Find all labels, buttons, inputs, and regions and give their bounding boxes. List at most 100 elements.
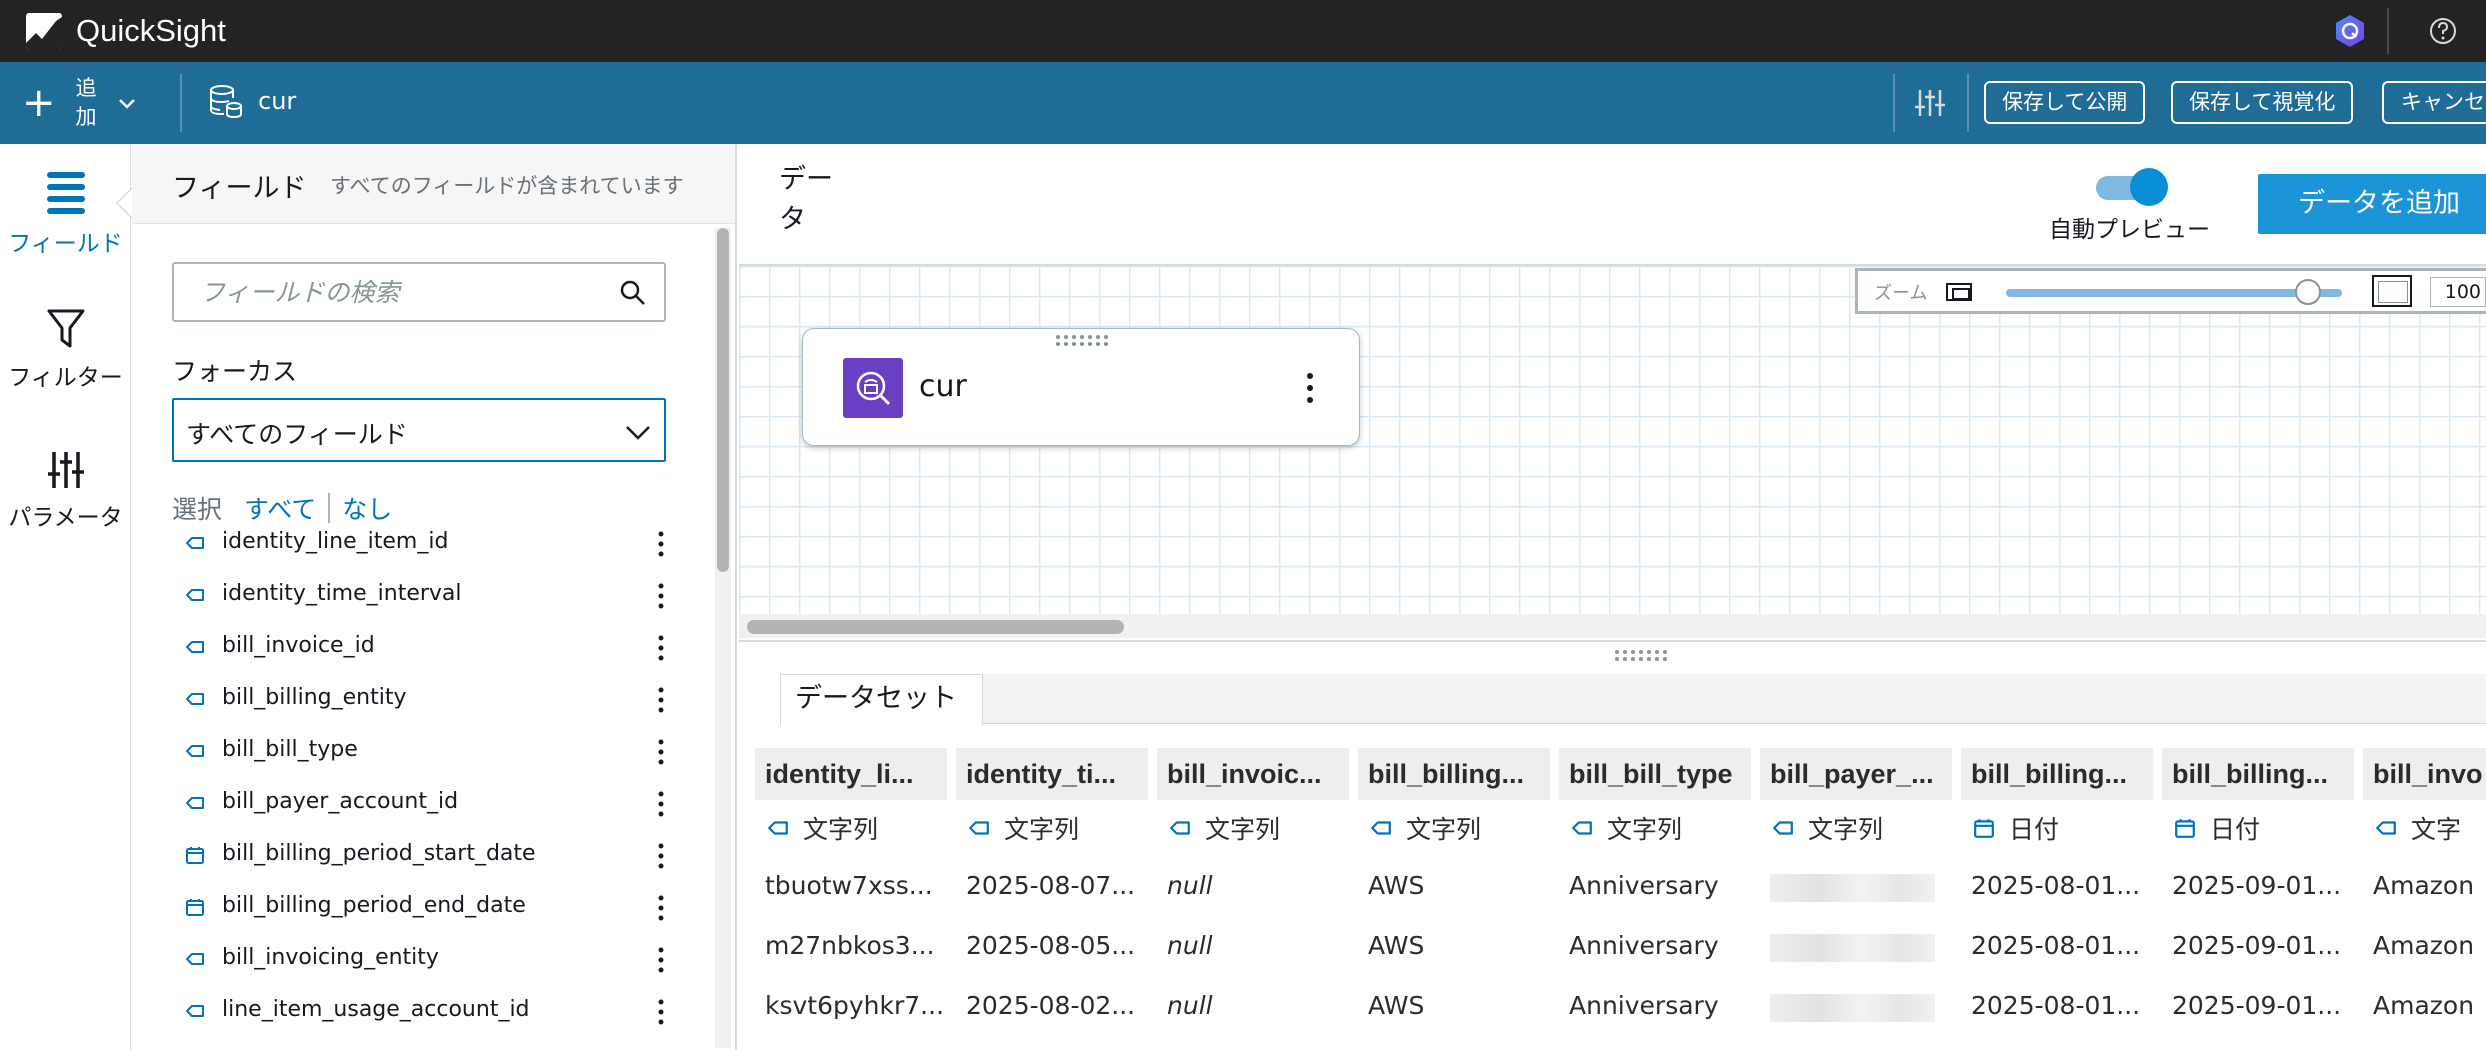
tab-dataset[interactable]: データセット	[780, 674, 983, 725]
column-type[interactable]: 文字	[2363, 800, 2486, 856]
help-icon[interactable]	[2424, 12, 2462, 50]
column-type[interactable]: 文字列	[1559, 800, 1751, 856]
table-cell: 2025-08-01...	[1971, 931, 2141, 960]
field-name: bill_payer_account_id	[222, 789, 459, 814]
fields-panel: フィールド すべてのフィールドが含まれています フォーカス すべてのフィールド …	[132, 144, 737, 1050]
add-menu-button[interactable]: + 追加	[22, 70, 138, 136]
dataset-name[interactable]: cur	[206, 82, 296, 120]
search-icon[interactable]	[618, 278, 648, 308]
column-type[interactable]: 文字列	[1760, 800, 1952, 856]
sliders-settings-icon[interactable]	[1913, 88, 1947, 118]
column-header[interactable]: identity_li...	[755, 748, 947, 800]
field-list-item[interactable]: line_item_usage_account_id	[132, 986, 692, 1038]
editor-toolbar: + 追加 cur 保存して公開 保存して視覚化 キャンセ	[0, 62, 2486, 144]
column-header[interactable]: bill_billing...	[2162, 748, 2354, 800]
string-type-icon	[2376, 821, 2396, 835]
column-header[interactable]: bill_billing...	[1358, 748, 1550, 800]
field-search-input[interactable]	[174, 264, 614, 320]
resize-handle-icon[interactable]	[1613, 648, 1675, 662]
zoom-out-icon[interactable]	[1946, 283, 1972, 301]
column-header[interactable]: bill_billing...	[1961, 748, 2153, 800]
column-type[interactable]: 日付	[2162, 800, 2354, 856]
column-header[interactable]: bill_bill_type	[1559, 748, 1751, 800]
zoom-slider-track[interactable]	[2006, 289, 2342, 297]
column-type[interactable]: 文字列	[1157, 800, 1349, 856]
nav-parameters[interactable]: パラメータ	[0, 450, 131, 532]
table-cell: Anniversary	[1569, 991, 1719, 1020]
nav-filters[interactable]: フィルター	[0, 308, 131, 392]
date-type-icon	[186, 847, 204, 864]
redacted-value	[1770, 934, 1935, 962]
table-cell: Anniversary	[1569, 931, 1719, 960]
column-header[interactable]: bill_payer_...	[1760, 748, 1952, 800]
fields-scrollbar-thumb[interactable]	[717, 228, 729, 572]
more-options-icon[interactable]	[656, 842, 666, 870]
field-list-item[interactable]: bill_billing_entity	[132, 674, 692, 726]
date-type-icon	[186, 899, 204, 916]
field-list-item[interactable]: bill_payer_account_id	[132, 778, 692, 830]
more-options-icon[interactable]	[656, 894, 666, 922]
zoom-slider-knob[interactable]	[2295, 279, 2322, 305]
field-list-item[interactable]: bill_bill_type	[132, 726, 692, 778]
more-options-icon[interactable]	[1305, 371, 1315, 405]
table-cell	[1760, 916, 1952, 976]
column-type[interactable]: 文字列	[1358, 800, 1550, 856]
field-list-item[interactable]: bill_billing_period_end_date	[132, 882, 692, 934]
app-brand[interactable]: QuickSight	[26, 10, 226, 52]
column-header[interactable]: bill_invo	[2363, 748, 2486, 800]
nav-fields[interactable]: フィールド	[0, 168, 131, 258]
amazon-q-icon[interactable]	[2331, 12, 2369, 50]
dataset-node[interactable]: cur	[802, 328, 1360, 446]
more-options-icon[interactable]	[656, 634, 666, 662]
canvas-scrollbar[interactable]	[739, 614, 2486, 638]
string-type-icon	[186, 953, 204, 965]
column-type[interactable]: 日付	[1961, 800, 2153, 856]
zoom-in-icon[interactable]	[2372, 275, 2412, 307]
table-cell: Amazon	[2373, 931, 2475, 960]
field-list-item[interactable]: bill_invoice_id	[132, 622, 692, 674]
more-options-icon[interactable]	[656, 738, 666, 766]
save-and-visualize-button[interactable]: 保存して視覚化	[2171, 81, 2354, 124]
table-cell: AWS	[1368, 931, 1425, 960]
string-type-icon	[186, 589, 204, 601]
focus-select[interactable]: すべてのフィールド	[172, 398, 666, 462]
field-list-item[interactable]: bill_invoicing_entity	[132, 934, 692, 986]
field-list-item[interactable]: identity_line_item_id	[132, 518, 692, 570]
more-options-icon[interactable]	[656, 582, 666, 610]
table-cell: null	[1167, 871, 1213, 900]
column-type-label: 日付	[2210, 815, 2261, 844]
preview-column: bill_bill_type 文字列 Anniversary Anniversary A…	[1559, 748, 1751, 1036]
column-type[interactable]: 文字列	[755, 800, 947, 856]
cancel-button[interactable]: キャンセ	[2382, 81, 2486, 124]
more-options-icon[interactable]	[656, 946, 666, 974]
table-cell: ksvt6pyhkr7...	[765, 991, 945, 1020]
more-options-icon[interactable]	[656, 686, 666, 714]
auto-preview-toggle[interactable]	[2096, 168, 2168, 206]
more-options-icon[interactable]	[656, 790, 666, 818]
field-list-item[interactable]: identity_time_interval	[132, 570, 692, 622]
zoom-control: ズーム 100	[1855, 268, 2486, 314]
field-search-box	[172, 262, 666, 322]
field-name: bill_billing_entity	[222, 685, 407, 710]
zoom-value[interactable]: 100	[2430, 277, 2486, 307]
canvas-scrollbar-thumb[interactable]	[747, 620, 1124, 634]
add-data-button[interactable]: データを追加	[2258, 174, 2486, 234]
column-header[interactable]: identity_ti...	[956, 748, 1148, 800]
field-name: bill_bill_type	[222, 737, 358, 762]
toolbar-divider	[1967, 74, 1969, 132]
active-nav-caret	[116, 188, 132, 218]
more-options-icon[interactable]	[656, 530, 666, 558]
nav-fields-label: フィールド	[8, 231, 123, 257]
more-options-icon[interactable]	[656, 998, 666, 1026]
column-header[interactable]: bill_invoic...	[1157, 748, 1349, 800]
fields-scrollbar[interactable]	[715, 228, 731, 1048]
save-and-publish-button[interactable]: 保存して公開	[1984, 81, 2146, 124]
column-type[interactable]: 文字列	[956, 800, 1148, 856]
field-list-item[interactable]: bill_billing_period_start_date	[132, 830, 692, 882]
join-canvas[interactable]: ズーム 100 cur	[739, 264, 2486, 638]
add-menu-label: 追加	[75, 76, 97, 129]
data-area-title: データ	[779, 164, 833, 235]
drag-handle-icon[interactable]	[1054, 333, 1114, 347]
app-name: QuickSight	[76, 13, 226, 48]
toolbar-divider	[180, 74, 182, 132]
